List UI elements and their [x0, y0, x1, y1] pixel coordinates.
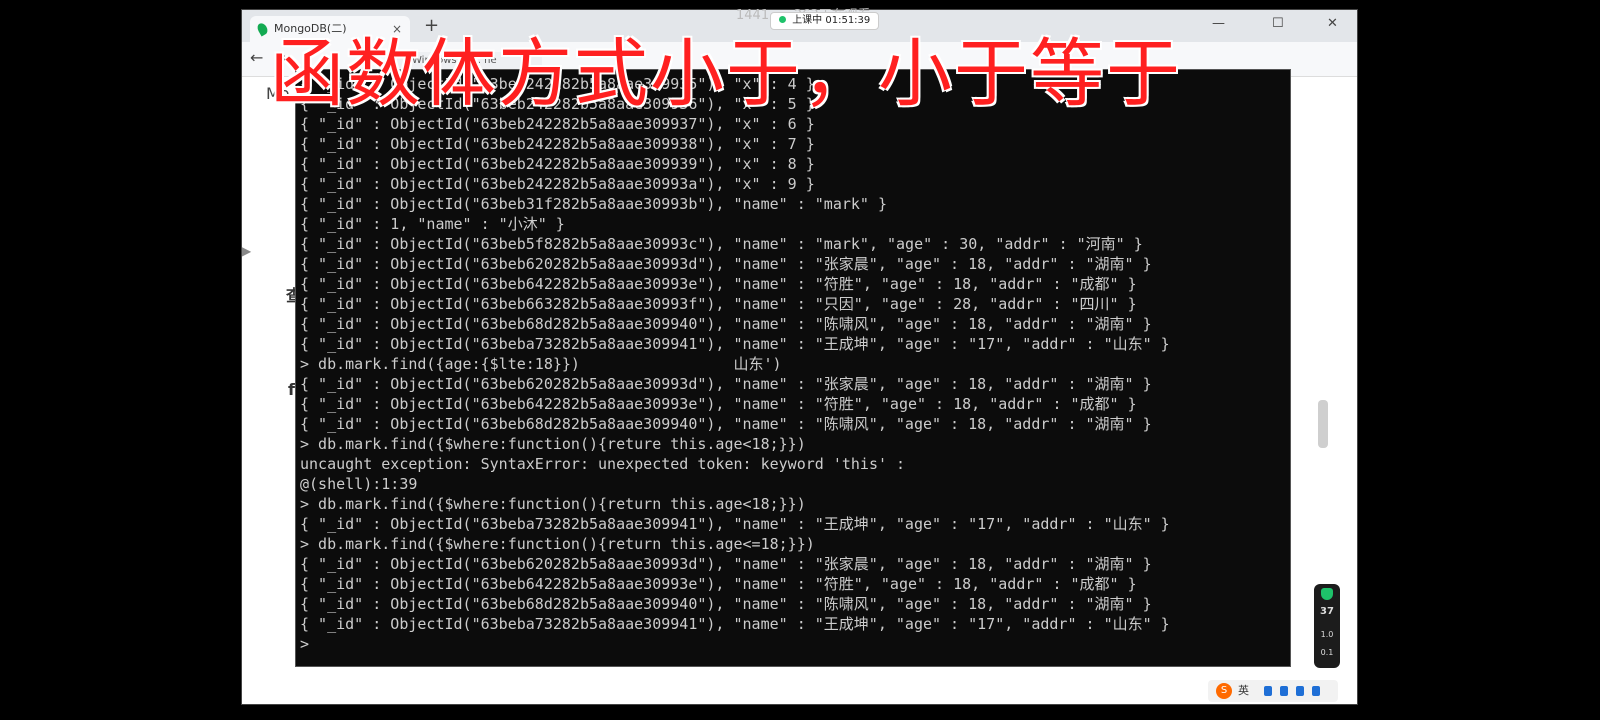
terminal-line: { "_id" : ObjectId("63beb242282b5a8aae30…	[300, 135, 815, 153]
expand-left-icon[interactable]: ▶	[242, 244, 251, 258]
back-arrow-icon[interactable]: ←	[250, 48, 263, 67]
terminal-line: { "_id" : ObjectId("63beb5f8282b5a8aae30…	[300, 235, 1143, 253]
terminal-line: { "_id" : ObjectId("63beb242282b5a8aae30…	[300, 115, 815, 133]
page-scrollbar[interactable]	[1318, 400, 1328, 448]
toolbox-icon[interactable]	[1312, 686, 1320, 696]
terminal-line: { "_id" : ObjectId("63beb242282b5a8aae30…	[300, 155, 815, 173]
maximize-button[interactable]: ☐	[1272, 16, 1284, 31]
mic-icon[interactable]	[1264, 686, 1272, 696]
terminal-line: >	[300, 635, 310, 653]
widget-value-1: 1.0	[1320, 630, 1334, 639]
terminal-line: > db.mark.find({$where:function(){return…	[300, 535, 815, 553]
skin-icon[interactable]	[1296, 686, 1304, 696]
terminal-line: { "_id" : ObjectId("63beb642282b5a8aae30…	[300, 275, 1137, 293]
live-status-badge: 上课中 01:51:39	[770, 12, 880, 30]
mongodb-leaf-icon	[255, 21, 270, 37]
terminal-line: { "_id" : ObjectId("63beb68d282b5a8aae30…	[300, 415, 1152, 433]
widget-value-2: 0.1	[1320, 648, 1334, 657]
terminal-line: { "_id" : ObjectId("63beb31f282b5a8aae30…	[300, 195, 887, 213]
terminal-output: { "_id" : ObjectId("63beb242282b5a8aae30…	[300, 74, 1290, 654]
shield-icon	[1321, 588, 1333, 600]
live-dot-icon	[779, 16, 786, 23]
desktop-right	[1338, 0, 1600, 720]
desktop-left	[0, 0, 242, 720]
perf-widget: 37 1.0 0.1	[1314, 584, 1340, 668]
terminal-line: { "_id" : ObjectId("63beb620282b5a8aae30…	[300, 375, 1152, 393]
terminal-line: { "_id" : ObjectId("63beb68d282b5a8aae30…	[300, 595, 1152, 613]
page-text-peek-2: f	[288, 380, 295, 399]
mongo-shell-terminal[interactable]: { "_id" : ObjectId("63beb242282b5a8aae30…	[296, 70, 1290, 666]
lesson-overlay-title: 函数体方式小于，小于等于	[270, 31, 1182, 117]
widget-percent: 37	[1320, 606, 1334, 617]
terminal-line: > db.mark.find({$where:function(){reture…	[300, 435, 806, 453]
terminal-line: { "_id" : ObjectId("63beb642282b5a8aae30…	[300, 575, 1137, 593]
terminal-line: { "_id" : ObjectId("63beb620282b5a8aae30…	[300, 255, 1152, 273]
terminal-line: { "_id" : ObjectId("63beba73282b5a8aae30…	[300, 615, 1170, 633]
ime-toolbar: S 英	[1208, 680, 1338, 702]
sogou-ime-icon[interactable]: S	[1216, 683, 1232, 699]
terminal-line: { "_id" : ObjectId("63beb242282b5a8aae30…	[300, 175, 815, 193]
keyboard-icon[interactable]	[1280, 686, 1288, 696]
live-label: 上课中 01:51:39	[792, 15, 871, 26]
terminal-line: { "_id" : ObjectId("63beba73282b5a8aae30…	[300, 515, 1170, 533]
terminal-line: { "_id" : ObjectId("63beb68d282b5a8aae30…	[300, 315, 1152, 333]
terminal-line: uncaught exception: SyntaxError: unexpec…	[300, 455, 906, 473]
terminal-line: { "_id" : ObjectId("63beb642282b5a8aae30…	[300, 395, 1137, 413]
desktop-bottom	[0, 704, 1600, 720]
terminal-line: > db.mark.find({$where:function(){return…	[300, 495, 806, 513]
ime-language[interactable]: 英	[1238, 680, 1249, 702]
terminal-line: { "_id" : 1, "name" : "小沐" }	[300, 215, 565, 233]
terminal-line: { "_id" : ObjectId("63beba73282b5a8aae30…	[300, 335, 1170, 353]
terminal-line: @(shell):1:39	[300, 475, 418, 493]
terminal-line: { "_id" : ObjectId("63beb620282b5a8aae30…	[300, 555, 1152, 573]
terminal-line: > db.mark.find({age:{$lte:18}}) 山东')	[300, 355, 782, 373]
minimize-button[interactable]: —	[1212, 16, 1225, 31]
terminal-line: { "_id" : ObjectId("63beb663282b5a8aae30…	[300, 295, 1137, 313]
window-close-button[interactable]: ✕	[1327, 16, 1338, 31]
